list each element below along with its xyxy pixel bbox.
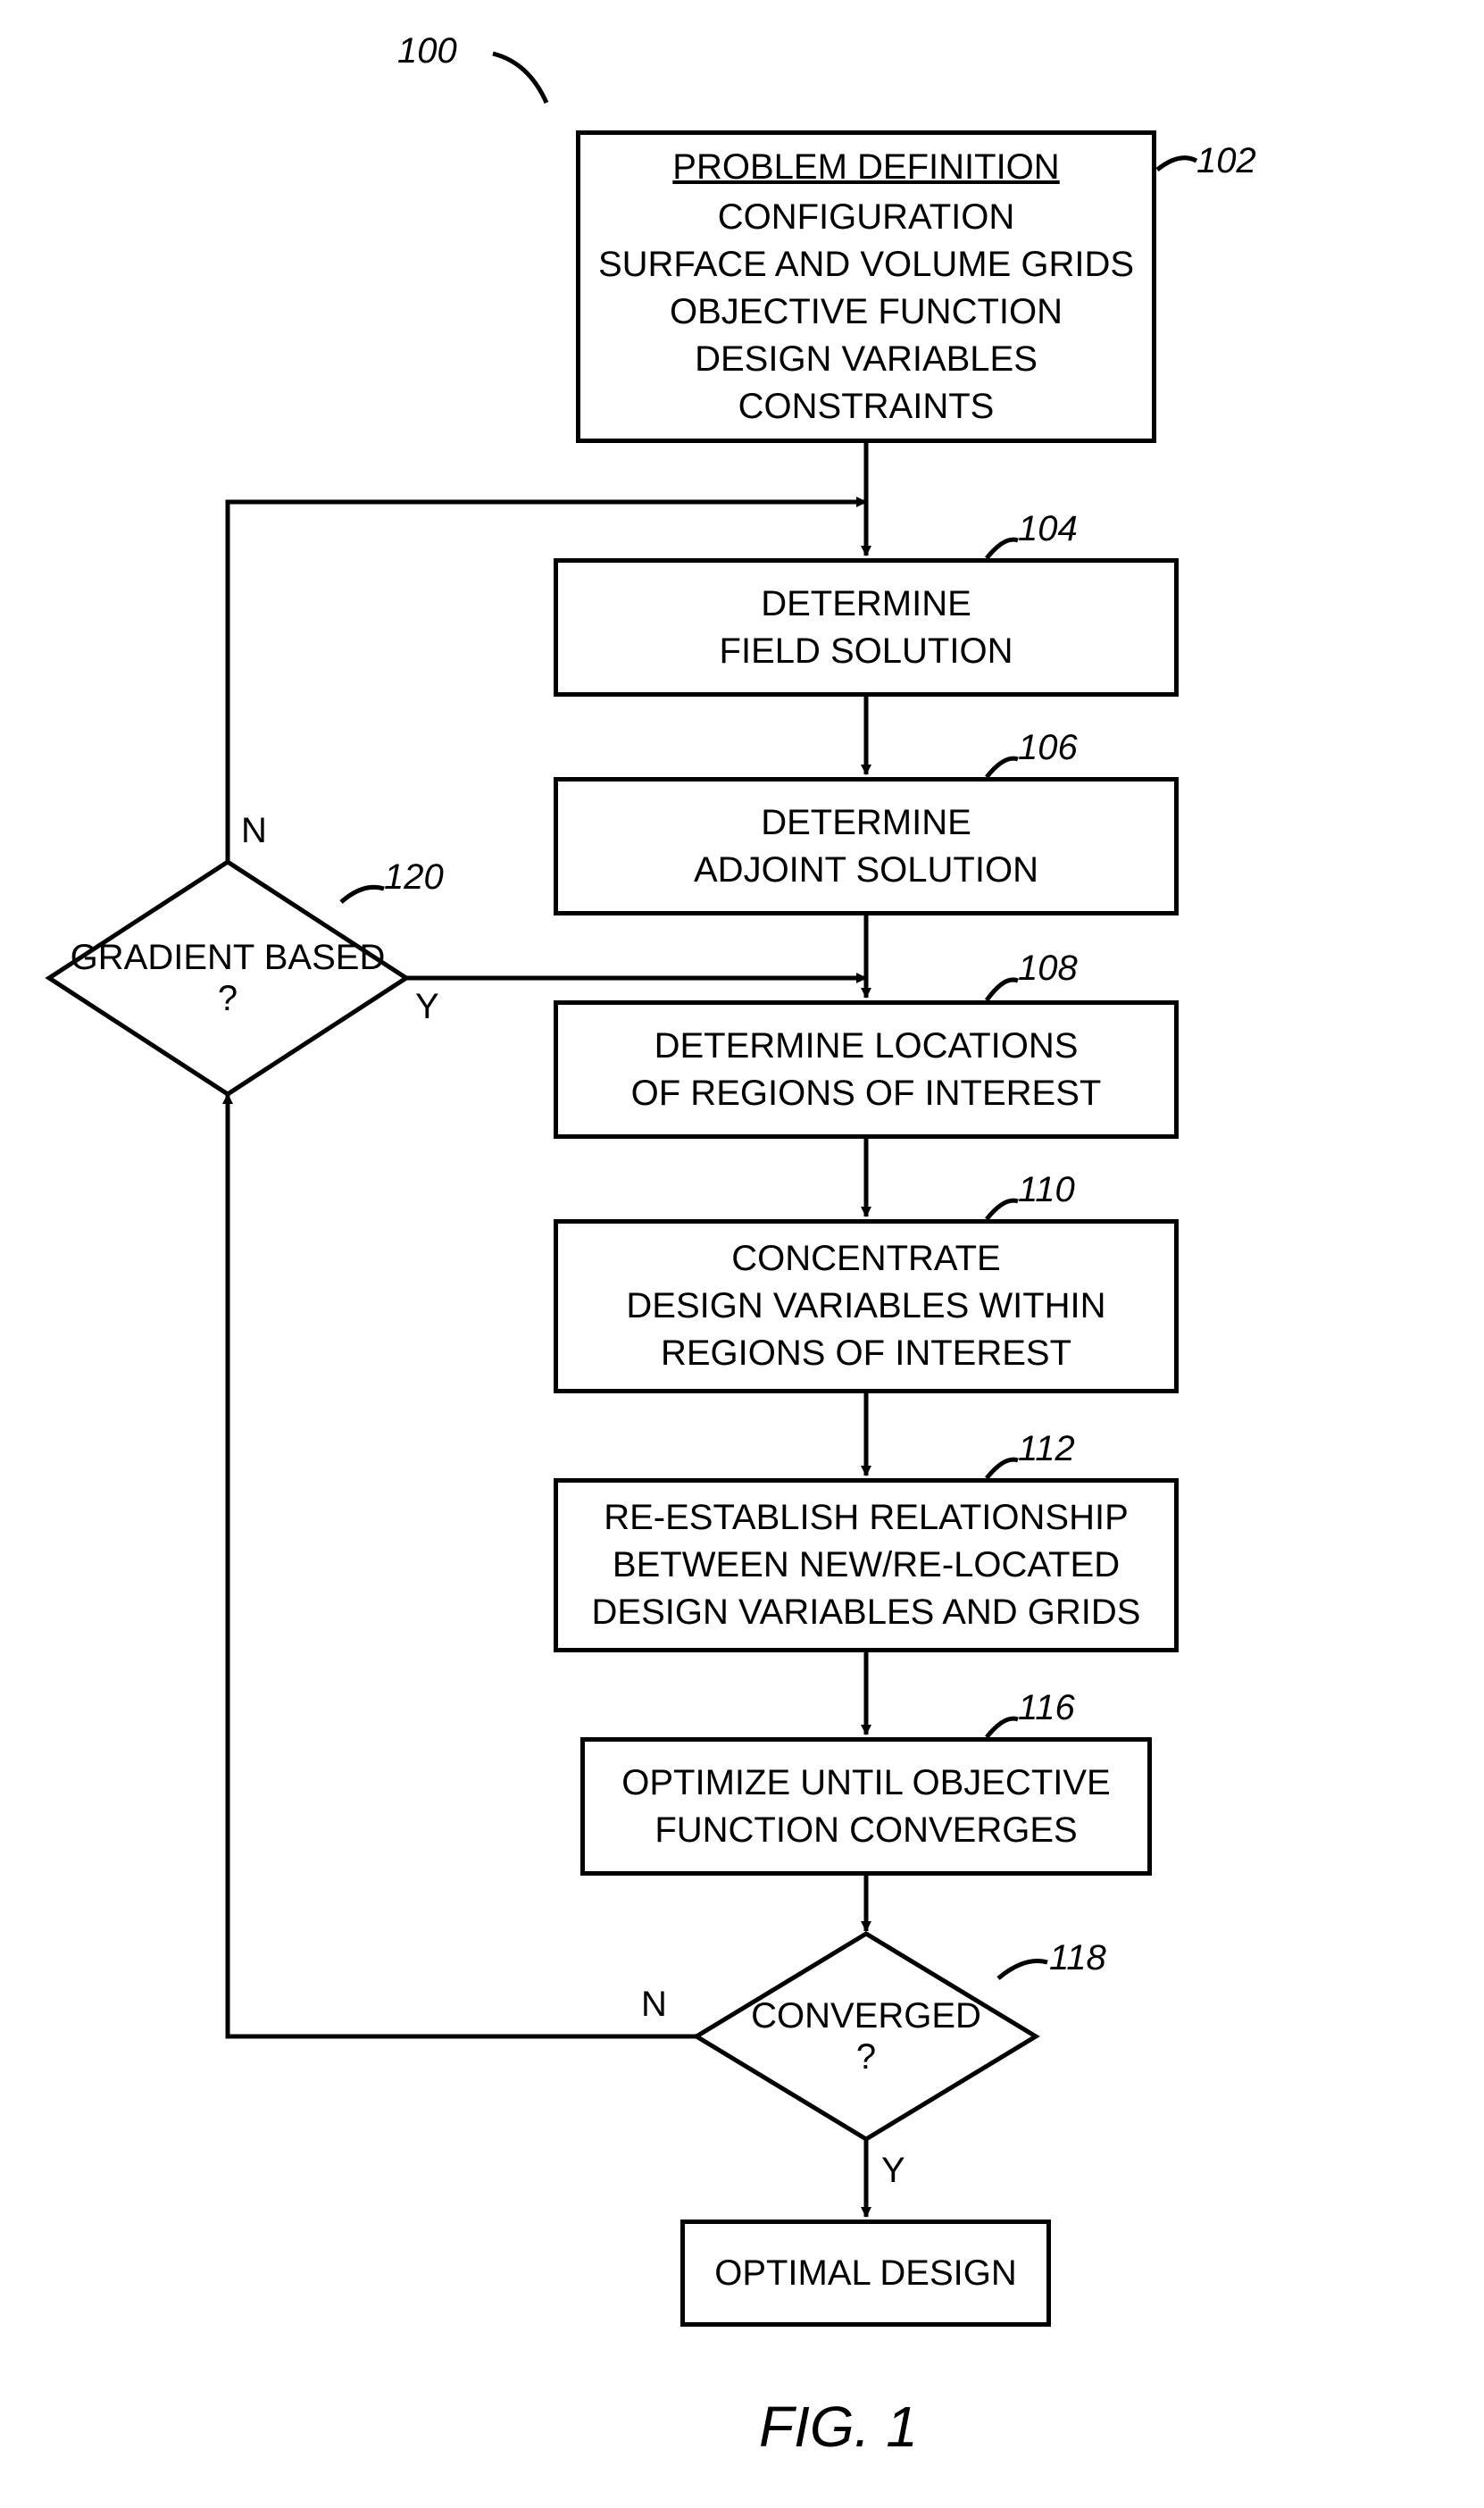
box-116-line1: OPTIMIZE UNTIL OBJECTIVE — [621, 1760, 1110, 1807]
box-110-line2: DESIGN VARIABLES WITHIN — [626, 1283, 1105, 1330]
diamond-118-line1: CONVERGED — [696, 1995, 1036, 2036]
diamond-120-line2: ? — [49, 978, 406, 1019]
label-N-120: N — [241, 811, 267, 851]
box-adjoint-solution: DETERMINE ADJOINT SOLUTION — [554, 777, 1179, 915]
ref-104: 104 — [1018, 509, 1078, 549]
box-concentrate-dv: CONCENTRATE DESIGN VARIABLES WITHIN REGI… — [554, 1219, 1179, 1393]
ref-112: 112 — [1018, 1429, 1075, 1469]
box-optimize: OPTIMIZE UNTIL OBJECTIVE FUNCTION CONVER… — [580, 1737, 1152, 1876]
flowchart-canvas: 100 PROBLEM DEFINITION CONFIGURATION SUR… — [0, 0, 1484, 2508]
ref-118: 118 — [1049, 1938, 1106, 1978]
diamond-120-line1: GRADIENT BASED — [49, 937, 406, 978]
box-108-line1: DETERMINE LOCATIONS — [654, 1023, 1079, 1070]
box-reestablish: RE-ESTABLISH RELATIONSHIP BETWEEN NEW/RE… — [554, 1478, 1179, 1652]
ref-110: 110 — [1018, 1170, 1075, 1210]
ref-108: 108 — [1018, 949, 1078, 989]
box-102-line2: SURFACE AND VOLUME GRIDS — [598, 241, 1134, 288]
label-Y-120: Y — [415, 987, 439, 1027]
ref-120: 120 — [384, 857, 444, 898]
box-102-line3: OBJECTIVE FUNCTION — [670, 288, 1063, 336]
box-102-title: PROBLEM DEFINITION — [672, 144, 1059, 191]
ref-116: 116 — [1018, 1688, 1075, 1728]
box-locations-roi: DETERMINE LOCATIONS OF REGIONS OF INTERE… — [554, 1000, 1179, 1139]
box-problem-definition: PROBLEM DEFINITION CONFIGURATION SURFACE… — [576, 130, 1156, 443]
box-optimal-design: OPTIMAL DESIGN — [680, 2220, 1051, 2327]
box-112-line3: DESIGN VARIABLES AND GRIDS — [592, 1589, 1141, 1636]
box-110-line1: CONCENTRATE — [731, 1235, 1000, 1283]
box-end-line1: OPTIMAL DESIGN — [714, 2250, 1017, 2297]
label-Y-118: Y — [881, 2151, 905, 2191]
box-112-line1: RE-ESTABLISH RELATIONSHIP — [604, 1494, 1129, 1542]
box-112-line2: BETWEEN NEW/RE-LOCATED — [613, 1542, 1120, 1589]
diamond-118-line2: ? — [696, 2036, 1036, 2077]
box-102-line4: DESIGN VARIABLES — [695, 336, 1038, 383]
box-104-line2: FIELD SOLUTION — [720, 628, 1013, 675]
diamond-gradient-based: GRADIENT BASED ? — [49, 862, 406, 1094]
box-106-line1: DETERMINE — [761, 799, 971, 847]
ref-102: 102 — [1196, 141, 1256, 181]
ref-100: 100 — [397, 31, 457, 71]
figure-label: FIG. 1 — [759, 2394, 918, 2460]
label-N-118: N — [641, 1985, 667, 2025]
box-104-line1: DETERMINE — [761, 581, 971, 628]
box-116-line2: FUNCTION CONVERGES — [654, 1807, 1077, 1854]
ref-106: 106 — [1018, 728, 1078, 768]
box-108-line2: OF REGIONS OF INTEREST — [631, 1070, 1102, 1117]
box-106-line2: ADJOINT SOLUTION — [694, 847, 1038, 894]
box-102-line5: CONSTRAINTS — [738, 383, 995, 431]
box-field-solution: DETERMINE FIELD SOLUTION — [554, 558, 1179, 697]
box-110-line3: REGIONS OF INTEREST — [661, 1330, 1071, 1377]
diamond-converged: CONVERGED ? — [696, 1934, 1036, 2139]
box-102-line1: CONFIGURATION — [718, 194, 1015, 241]
